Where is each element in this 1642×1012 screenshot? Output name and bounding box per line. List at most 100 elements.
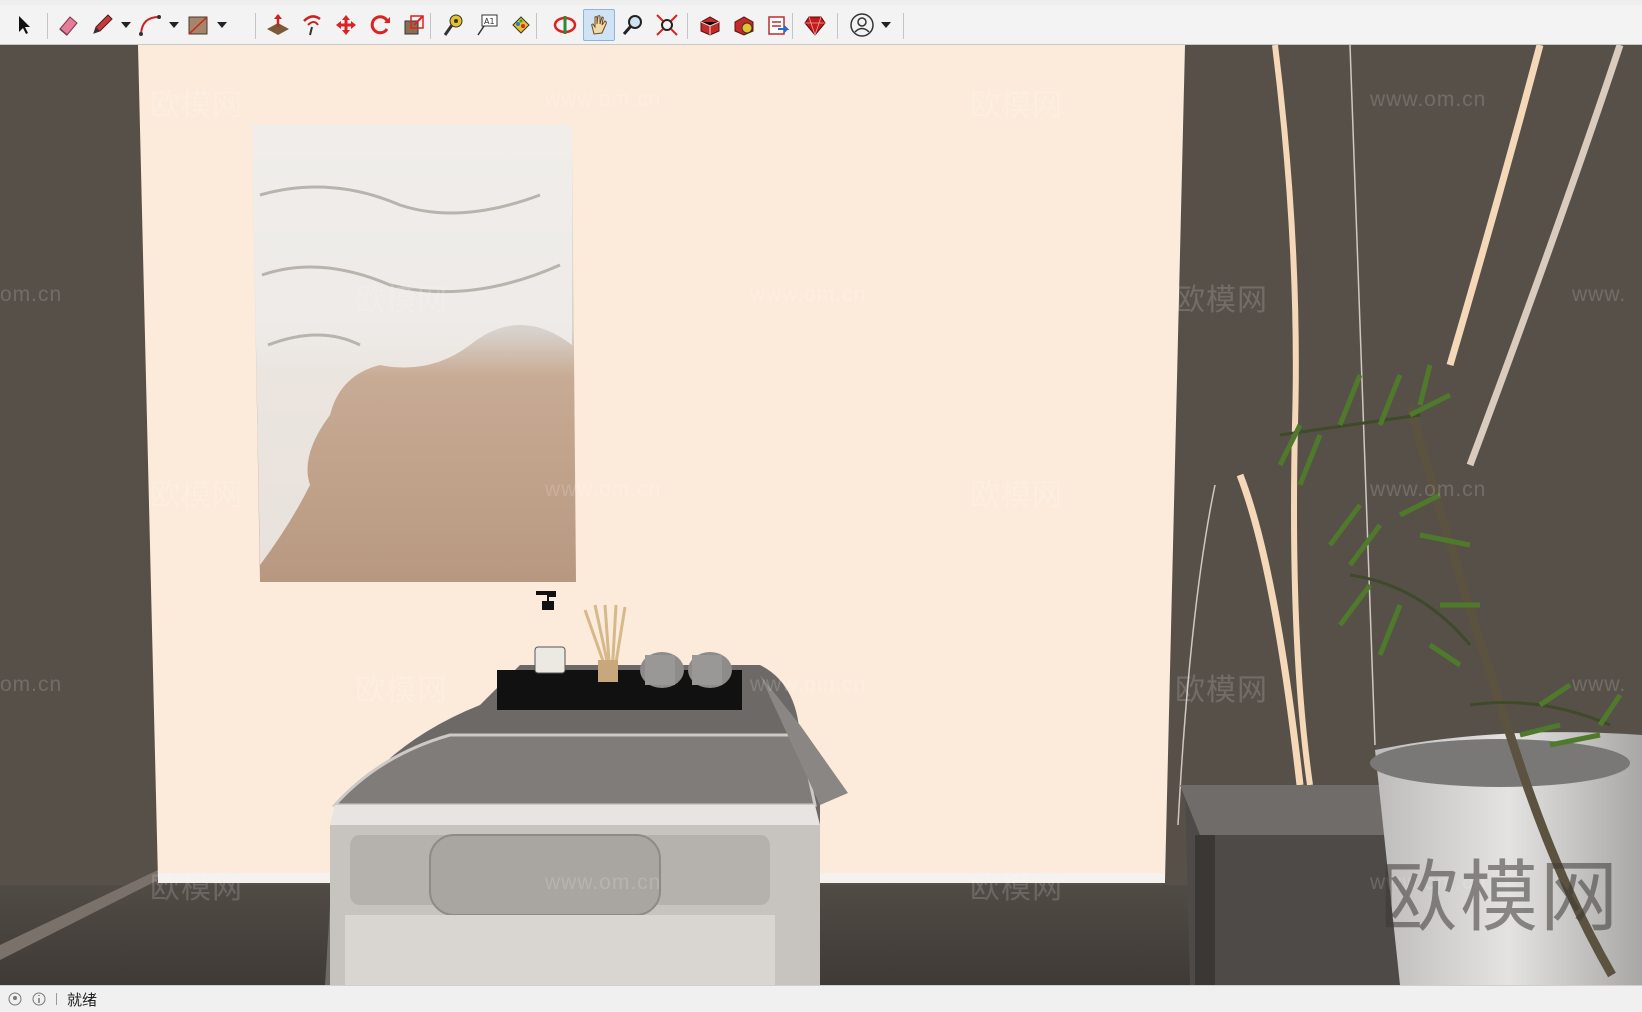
tape-measure-tool[interactable] bbox=[437, 9, 469, 41]
arc-icon bbox=[139, 15, 161, 36]
geo-location-icon[interactable] bbox=[6, 990, 24, 1008]
toolbar-group-principal bbox=[8, 9, 40, 41]
watermark-url-text: www.om.cn bbox=[1370, 478, 1487, 501]
toolbar-separator bbox=[792, 13, 793, 39]
watermark-url-text: www.om.cn bbox=[750, 673, 867, 696]
toolbar-group-drawing bbox=[52, 9, 228, 41]
paint-bucket-tool[interactable] bbox=[505, 9, 537, 41]
eraser-tool[interactable] bbox=[52, 9, 84, 41]
pencil-icon bbox=[93, 14, 113, 34]
watermark-logo-text: 欧模网 bbox=[150, 89, 243, 122]
watermark-logo-text: 欧模网 bbox=[1175, 674, 1268, 707]
orbit-icon bbox=[553, 16, 577, 34]
shape-tool[interactable] bbox=[182, 9, 214, 41]
caret-down-icon bbox=[121, 22, 131, 28]
toolbar-separator bbox=[47, 13, 48, 39]
status-separator bbox=[56, 993, 57, 1005]
select-tool[interactable] bbox=[8, 9, 40, 41]
watermark-url-text: www. bbox=[1572, 283, 1627, 306]
toolbar-separator bbox=[687, 13, 688, 39]
watermark-logo-text: 欧模网 bbox=[355, 284, 448, 317]
rotate-icon bbox=[370, 15, 390, 35]
push-pull-icon bbox=[267, 14, 289, 35]
watermark-url-text: www.om.cn bbox=[545, 88, 662, 111]
brand-logo-mark: 欧模网 bbox=[1380, 853, 1621, 943]
watermark-url-text: www.om.cn bbox=[545, 871, 662, 894]
line-tool[interactable] bbox=[86, 9, 118, 41]
toolbar-group-warehouse bbox=[694, 9, 794, 41]
magnifier-icon bbox=[622, 15, 642, 35]
toolbar-group-ruby bbox=[799, 9, 831, 41]
svg-text:A1: A1 bbox=[484, 17, 495, 26]
watermark-url-text: www.om.cn bbox=[1370, 88, 1487, 111]
arc-tool[interactable] bbox=[134, 9, 166, 41]
orbit-tool[interactable] bbox=[549, 9, 581, 41]
3d-warehouse-icon bbox=[700, 16, 720, 36]
watermark-logo-text: 欧模网 bbox=[970, 872, 1063, 905]
rotate-tool[interactable] bbox=[364, 9, 396, 41]
status-bar: 就绪 bbox=[0, 985, 1642, 1012]
text-tool[interactable]: A1 bbox=[471, 9, 503, 41]
credits-info-icon[interactable] bbox=[30, 990, 48, 1008]
left-wall bbox=[0, 45, 160, 985]
move-tool[interactable] bbox=[330, 9, 362, 41]
tape-measure-icon bbox=[443, 14, 463, 36]
toolbar-group-camera bbox=[549, 9, 683, 41]
scale-tool[interactable] bbox=[398, 9, 430, 41]
watermark-logo-text: 欧模网 bbox=[970, 89, 1063, 122]
warehouse-button[interactable] bbox=[694, 9, 726, 41]
watermark-url-text: www. bbox=[1572, 673, 1627, 696]
offset-tool[interactable] bbox=[296, 9, 328, 41]
offset-icon bbox=[303, 15, 321, 36]
text-label-icon: A1 bbox=[477, 14, 498, 36]
toolbar-group-construction: A1 bbox=[437, 9, 537, 41]
wall-artwork bbox=[252, 125, 576, 582]
extension-warehouse-button[interactable] bbox=[728, 9, 760, 41]
hand-icon bbox=[591, 15, 607, 35]
model-viewport[interactable]: 欧模网 www.om.cn 欧模网 www.om.cn om.cn 欧模网 ww… bbox=[0, 45, 1642, 985]
status-message: 就绪 bbox=[67, 990, 98, 1009]
ruby-gem-icon bbox=[804, 16, 826, 37]
watermark-url-text: www.om.cn bbox=[750, 283, 867, 306]
rectangle-icon bbox=[188, 16, 208, 35]
caret-down-icon bbox=[169, 22, 179, 28]
toolbar-separator bbox=[903, 13, 904, 39]
push-pull-tool[interactable] bbox=[262, 9, 294, 41]
watermark-url-text: om.cn bbox=[0, 283, 63, 306]
watermark-logo-text: 欧模网 bbox=[1175, 284, 1268, 317]
watermark-logo-text: 欧模网 bbox=[150, 479, 243, 512]
watermark-logo-text: 欧模网 bbox=[970, 479, 1063, 512]
toolbar-separator bbox=[430, 13, 431, 39]
watermark-logo-text: 欧模网 bbox=[150, 872, 243, 905]
extension-warehouse-icon bbox=[734, 16, 754, 36]
watermark-url-text: www.om.cn bbox=[545, 478, 662, 501]
toolbar-separator bbox=[255, 13, 256, 39]
account-dropdown[interactable] bbox=[880, 9, 892, 41]
arrow-cursor-icon bbox=[19, 16, 30, 34]
user-account-icon bbox=[850, 13, 874, 37]
toolbar-separator bbox=[536, 13, 537, 39]
layout-button[interactable] bbox=[762, 9, 794, 41]
caret-down-icon bbox=[881, 22, 891, 28]
line-tool-dropdown[interactable] bbox=[120, 9, 132, 41]
main-toolbar: A1 bbox=[0, 5, 1642, 45]
caret-down-icon bbox=[217, 22, 227, 28]
shape-tool-dropdown[interactable] bbox=[216, 9, 228, 41]
zoom-extents-tool[interactable] bbox=[651, 9, 683, 41]
send-to-layout-icon bbox=[768, 16, 790, 35]
move-arrows-icon bbox=[336, 15, 356, 35]
ruby-console-button[interactable] bbox=[799, 9, 831, 41]
watermark-logo-text: 欧模网 bbox=[355, 674, 448, 707]
toolbar-group-edit bbox=[262, 9, 430, 41]
pan-tool[interactable] bbox=[583, 9, 615, 41]
zoom-tool[interactable] bbox=[617, 9, 649, 41]
paint-bucket-icon bbox=[512, 16, 530, 34]
eraser-icon bbox=[59, 16, 78, 36]
arc-tool-dropdown[interactable] bbox=[168, 9, 180, 41]
toolbar-group-account bbox=[846, 9, 892, 41]
account-button[interactable] bbox=[846, 9, 878, 41]
scale-icon bbox=[404, 15, 424, 35]
zoom-extents-icon bbox=[656, 14, 678, 36]
toolbar-separator bbox=[837, 13, 838, 39]
watermark-url-text: om.cn bbox=[0, 673, 63, 696]
